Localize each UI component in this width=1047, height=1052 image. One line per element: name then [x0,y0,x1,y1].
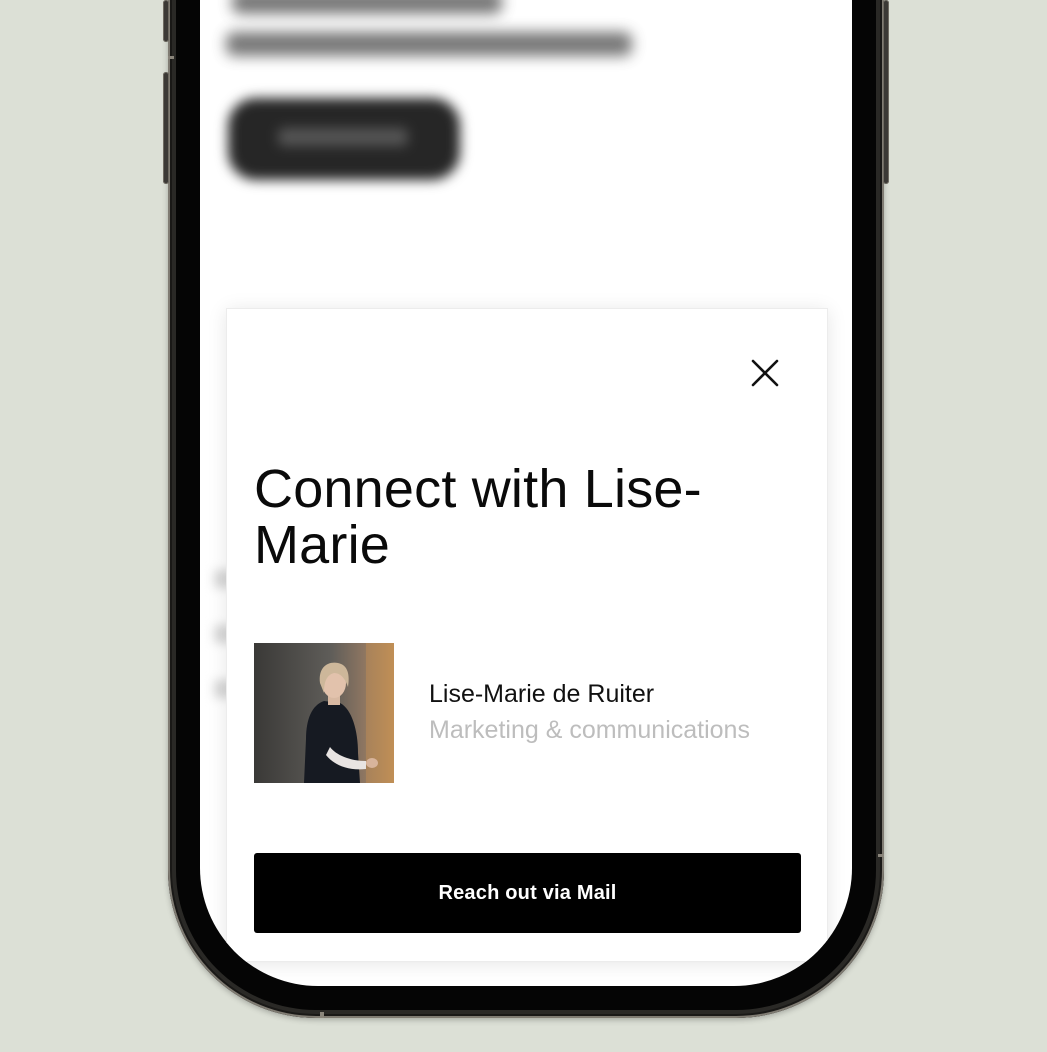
blurred-background-button [228,98,460,180]
antenna-band [168,56,174,59]
reach-out-mail-button[interactable]: Reach out via Mail [254,853,801,933]
close-button[interactable] [745,353,785,393]
avatar [254,643,394,783]
volume-button [163,72,169,184]
silent-switch [163,0,169,42]
phone-screen: Connect with Lise-Marie Lise-Marie de Ru… [200,0,852,986]
contact-name: Lise-Marie de Ruiter [429,680,655,708]
contact-role: Marketing & communications [429,716,750,744]
blurred-background-text [232,0,502,14]
profile-photo [254,643,394,783]
close-icon [751,359,779,387]
power-button [883,0,889,184]
antenna-band [320,1012,324,1018]
connect-modal: Connect with Lise-Marie Lise-Marie de Ru… [226,308,828,962]
modal-title: Connect with Lise-Marie [254,459,702,575]
antenna-band [878,854,884,857]
blurred-background-text [226,32,632,56]
